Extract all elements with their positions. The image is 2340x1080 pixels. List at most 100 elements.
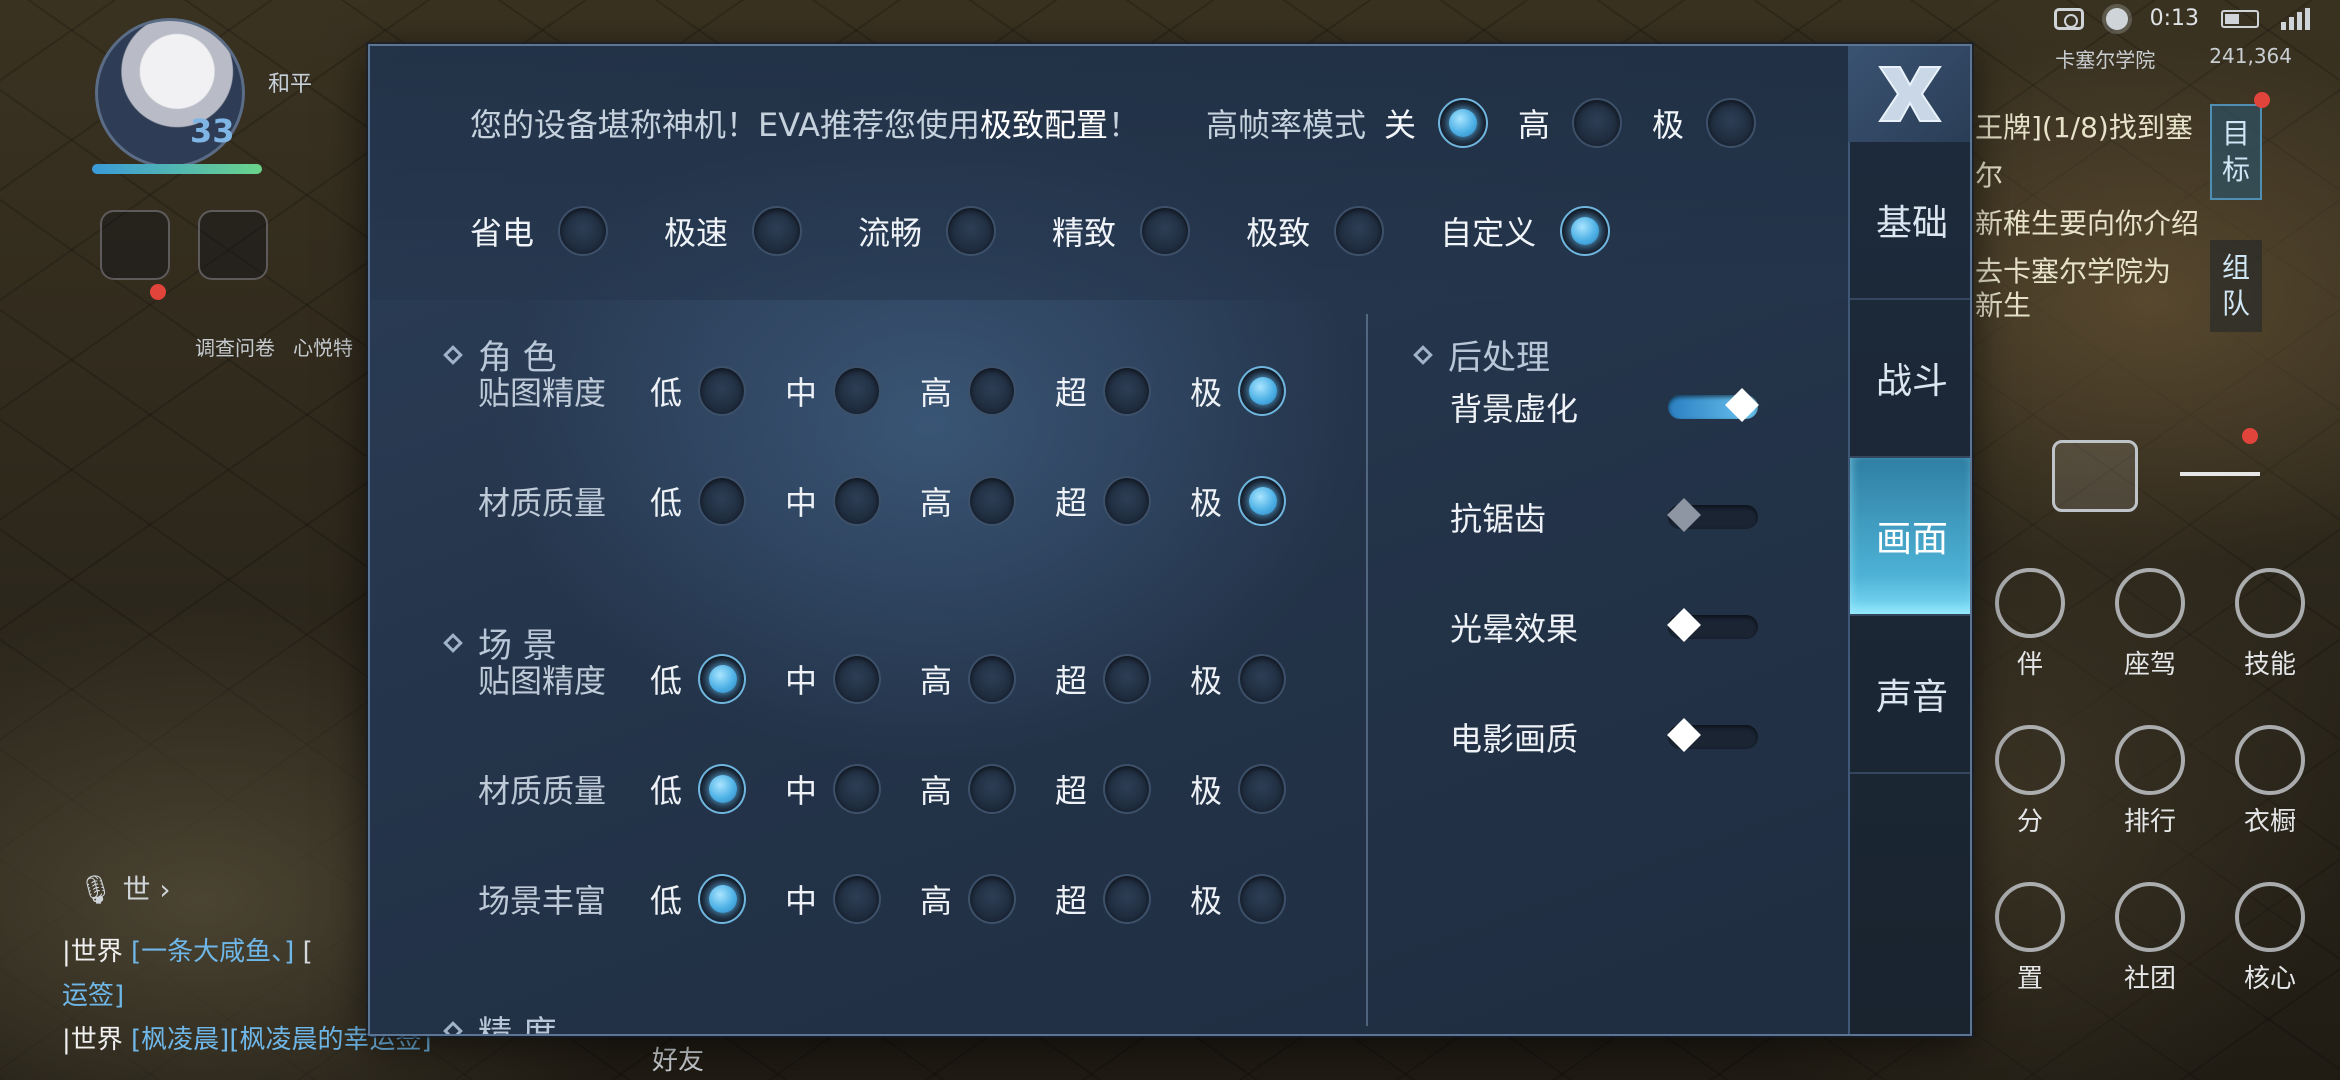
preset-radio[interactable] bbox=[558, 206, 609, 256]
level-radio[interactable] bbox=[1238, 476, 1286, 526]
level-radio[interactable] bbox=[968, 764, 1016, 814]
crown-icon bbox=[2115, 725, 2185, 795]
preset-power-save[interactable]: 省电 bbox=[470, 206, 609, 256]
level-radio[interactable] bbox=[833, 476, 881, 526]
level-radio[interactable] bbox=[968, 654, 1016, 704]
coin-count: 241,364 bbox=[2209, 44, 2292, 68]
menu-line-icon[interactable] bbox=[2180, 472, 2260, 476]
cinematic-row: 电影画质 bbox=[1450, 714, 1758, 760]
left-icon-row bbox=[100, 210, 268, 280]
grid-item-score[interactable]: 分 bbox=[1970, 725, 2090, 838]
level-radio[interactable] bbox=[968, 366, 1016, 416]
level-radio[interactable] bbox=[1103, 874, 1151, 924]
tab-combat[interactable]: 战斗 bbox=[1850, 300, 1970, 458]
level-radio[interactable] bbox=[1238, 764, 1286, 814]
quest-tracker[interactable]: 王牌](1/8)找到塞尔 新稚生要向你介绍 去卡塞尔学院为 新生 bbox=[1975, 104, 2215, 322]
survey-label[interactable]: 调查问卷 bbox=[195, 332, 275, 361]
preset-radio[interactable] bbox=[946, 206, 997, 256]
notification-dot bbox=[2242, 428, 2258, 444]
left-labels: 调查问卷 心悦特 bbox=[195, 332, 353, 361]
toggle-label: 背景虚化 bbox=[1450, 390, 1579, 428]
scene-richness-row: 场景丰富 低 中 高 超 极 bbox=[478, 874, 1325, 924]
level-radio[interactable] bbox=[833, 654, 881, 704]
signal-icon bbox=[2281, 7, 2310, 30]
tab-basic[interactable]: 基础 bbox=[1850, 142, 1970, 300]
quest-line: 新生 bbox=[1975, 289, 2032, 322]
school-name: 卡塞尔学院 bbox=[2055, 48, 2156, 72]
preset-radio[interactable] bbox=[1560, 206, 1611, 256]
toggle-label: 抗锯齿 bbox=[1450, 500, 1547, 538]
setting-label: 贴图精度 bbox=[478, 662, 607, 700]
grid-item-core[interactable]: 核心 bbox=[2210, 882, 2330, 995]
level-radio[interactable] bbox=[698, 476, 746, 526]
camera-icon[interactable] bbox=[2053, 7, 2084, 30]
level-radio[interactable] bbox=[698, 764, 746, 814]
grid-item-rank[interactable]: 排行 bbox=[2090, 725, 2210, 838]
high-frame-max-radio[interactable] bbox=[1706, 98, 1757, 148]
chat-channel[interactable]: 🎙 世 › bbox=[78, 868, 171, 908]
high-frame-high-radio[interactable] bbox=[1572, 98, 1623, 148]
eye-icon[interactable] bbox=[100, 210, 170, 280]
close-button[interactable] bbox=[1848, 46, 1970, 142]
preset-ultimate[interactable]: 极致 bbox=[1246, 206, 1385, 256]
setting-label: 材质质量 bbox=[478, 772, 607, 810]
grid-item-mount[interactable]: 座驾 bbox=[2090, 568, 2210, 681]
bloom-toggle[interactable] bbox=[1667, 608, 1758, 642]
quest-line: 王牌](1/8)找到塞尔 bbox=[1975, 111, 2193, 192]
grid-item-club[interactable]: 社团 bbox=[2090, 882, 2210, 995]
partner-icon bbox=[1995, 568, 2065, 638]
high-frame-off-radio[interactable] bbox=[1438, 98, 1489, 148]
preset-speed[interactable]: 极速 bbox=[664, 206, 803, 256]
level-radio[interactable] bbox=[1103, 654, 1151, 704]
tab-graphics[interactable]: 画面 bbox=[1850, 458, 1970, 616]
level-radio[interactable] bbox=[698, 366, 746, 416]
tab-sound[interactable]: 声音 bbox=[1850, 616, 1970, 774]
preset-radio[interactable] bbox=[1140, 206, 1191, 256]
level-radio[interactable] bbox=[968, 874, 1016, 924]
setting-label: 场景丰富 bbox=[478, 882, 607, 920]
quest-line: 新稚生要向你介绍 bbox=[1975, 207, 2200, 240]
goal-tab[interactable]: 目标 bbox=[2210, 104, 2262, 200]
player-level: 33 bbox=[190, 112, 235, 150]
level-radio[interactable] bbox=[1238, 874, 1286, 924]
level-radio[interactable] bbox=[698, 874, 746, 924]
preset-radio[interactable] bbox=[1334, 206, 1385, 256]
level-radio[interactable] bbox=[1103, 764, 1151, 814]
camera-icon-2[interactable] bbox=[198, 210, 268, 280]
section-precision: 精 度 bbox=[443, 1006, 557, 1034]
grid-item-wardrobe[interactable]: 衣橱 bbox=[2210, 725, 2330, 838]
high-frame-label: 高帧率模式 bbox=[1206, 106, 1367, 144]
level-radio[interactable] bbox=[1103, 476, 1151, 526]
level-radio[interactable] bbox=[833, 874, 881, 924]
friends-button[interactable]: 好友 bbox=[652, 1040, 704, 1077]
level-radio[interactable] bbox=[1238, 654, 1286, 704]
grid-item-skill[interactable]: 技能 bbox=[2210, 568, 2330, 681]
anti-alias-toggle[interactable] bbox=[1667, 498, 1758, 532]
diamond-icon bbox=[443, 1020, 463, 1034]
level-radio[interactable] bbox=[698, 654, 746, 704]
grid-item-partner[interactable]: 伴 bbox=[1970, 568, 2090, 681]
function-grid: 伴 座驾 技能 分 排行 衣橱 置 社团 核心 bbox=[1970, 568, 2330, 995]
status-sub: 卡塞尔学院 241,364 bbox=[2055, 44, 2292, 73]
diamond-icon bbox=[443, 632, 463, 653]
settings-scroll-area[interactable]: 角 色 贴图精度 低 中 高 超 极 材质质量 低 中 高 超 极 场 景 贴图… bbox=[370, 300, 1848, 1034]
diamond-icon bbox=[443, 344, 463, 365]
level-radio[interactable] bbox=[1238, 366, 1286, 416]
level-radio[interactable] bbox=[968, 476, 1016, 526]
level-radio[interactable] bbox=[1103, 366, 1151, 416]
preset-radio[interactable] bbox=[752, 206, 803, 256]
preset-fine[interactable]: 精致 bbox=[1052, 206, 1191, 256]
team-tab[interactable]: 组队 bbox=[2210, 240, 2262, 332]
preset-custom[interactable]: 自定义 bbox=[1440, 206, 1611, 256]
level-radio[interactable] bbox=[833, 366, 881, 416]
grid-item-settings[interactable]: 置 bbox=[1970, 882, 2090, 995]
bg-blur-toggle[interactable] bbox=[1668, 388, 1759, 422]
bag-icon[interactable] bbox=[2052, 440, 2138, 512]
diamond-icon bbox=[1413, 344, 1433, 365]
notification-dot bbox=[2254, 92, 2270, 108]
preset-smooth[interactable]: 流畅 bbox=[858, 206, 997, 256]
xinyue-label[interactable]: 心悦特 bbox=[293, 332, 353, 361]
status-bar: 0:13 bbox=[2053, 6, 2310, 31]
level-radio[interactable] bbox=[833, 764, 881, 814]
cinematic-toggle[interactable] bbox=[1667, 718, 1758, 752]
